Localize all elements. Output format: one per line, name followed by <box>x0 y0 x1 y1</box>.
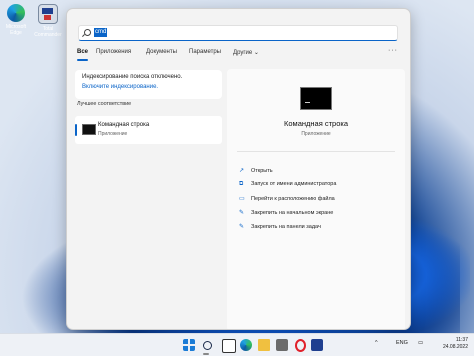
action-label: Открыть <box>251 168 273 174</box>
cmd-large-icon <box>300 87 332 110</box>
result-detail-pane: Командная строка Приложение ↗ Открыть ⧉ За… <box>227 69 405 329</box>
folder-icon: ▭ <box>239 196 245 202</box>
cmd-icon <box>82 124 96 135</box>
selection-indicator <box>75 124 77 136</box>
best-match-title: Командная строка <box>98 122 150 128</box>
edge-icon[interactable] <box>240 339 252 351</box>
clock-time: 11:37 <box>455 337 468 343</box>
desktop-icon-edge[interactable]: Microsoft Edge <box>2 4 30 36</box>
search-icon <box>84 29 91 36</box>
clock-date: 24.08.2022 <box>442 344 468 350</box>
taskbar: ^ ENG ▭ 11:37 24.08.2022 <box>0 333 474 356</box>
best-match-subtitle: Приложение <box>98 131 128 137</box>
detail-title: Командная строка <box>284 119 348 128</box>
monitor-icon[interactable]: ▭ <box>418 340 423 346</box>
indexing-notice-text: Индексирование поиска отключено. <box>82 74 183 80</box>
tab-documents[interactable]: Документы <box>146 49 177 55</box>
tab-settings[interactable]: Параметры <box>189 49 221 55</box>
tab-other[interactable]: Другие ⌄ <box>233 49 259 56</box>
best-match-header: Лучшее соответствие <box>77 101 132 107</box>
clock[interactable]: 11:37 24.08.2022 <box>443 337 468 351</box>
detail-subtitle: Приложение <box>301 131 331 137</box>
action-label: Закрепить на начальном экране <box>251 210 334 216</box>
action-label: Закрепить на панели задач <box>251 224 321 230</box>
taskbar-search-icon[interactable] <box>203 341 212 350</box>
action-pin-to-taskbar[interactable]: ✎ Закрепить на панели задач <box>239 223 321 230</box>
best-match-result[interactable]: Командная строка Приложение <box>75 116 222 144</box>
search-flyout: cmd Все Приложения Документы Параметры Д… <box>66 8 411 330</box>
action-pin-to-start[interactable]: ✎ Закрепить на начальном экране <box>239 209 333 216</box>
action-open-file-location[interactable]: ▭ Перейти к расположению файла <box>239 195 335 202</box>
more-options-button[interactable]: ··· <box>388 47 398 54</box>
store-icon[interactable] <box>276 339 288 351</box>
tab-all[interactable]: Все <box>77 49 89 61</box>
action-label: Перейти к расположению файла <box>251 196 335 202</box>
desktop-icon-label: Total Commander <box>34 26 62 38</box>
action-open[interactable]: ↗ Открыть <box>239 167 273 174</box>
active-indicator <box>203 353 209 355</box>
task-view-icon[interactable] <box>222 339 236 353</box>
action-label: Запуск от имени администратора <box>251 181 337 187</box>
pin-icon: ✎ <box>239 210 245 216</box>
file-explorer-icon[interactable] <box>258 339 270 351</box>
start-button[interactable] <box>183 339 195 351</box>
desktop-icon-total-commander[interactable]: Total Commander <box>34 4 62 38</box>
tab-apps[interactable]: Приложения <box>96 49 131 55</box>
tray-chevron-icon[interactable]: ^ <box>375 340 378 346</box>
indexing-notice: Индексирование поиска отключено. Включит… <box>75 70 222 99</box>
total-commander-icon <box>38 4 58 24</box>
enable-indexing-link[interactable]: Включите индексирование. <box>82 84 158 90</box>
search-query[interactable]: cmd <box>94 28 108 37</box>
opera-icon[interactable] <box>295 339 306 352</box>
admin-icon: ⧉ <box>239 181 244 187</box>
open-icon: ↗ <box>239 168 245 174</box>
action-run-as-admin[interactable]: ⧉ Запуск от имени администратора <box>239 181 336 188</box>
edge-icon <box>7 4 25 22</box>
pin-icon: ✎ <box>239 224 245 230</box>
search-input[interactable]: cmd <box>78 25 398 41</box>
language-indicator[interactable]: ENG <box>396 340 408 346</box>
total-commander-icon[interactable] <box>311 339 323 351</box>
divider <box>237 151 395 152</box>
desktop-icon-label: Microsoft Edge <box>5 24 27 36</box>
